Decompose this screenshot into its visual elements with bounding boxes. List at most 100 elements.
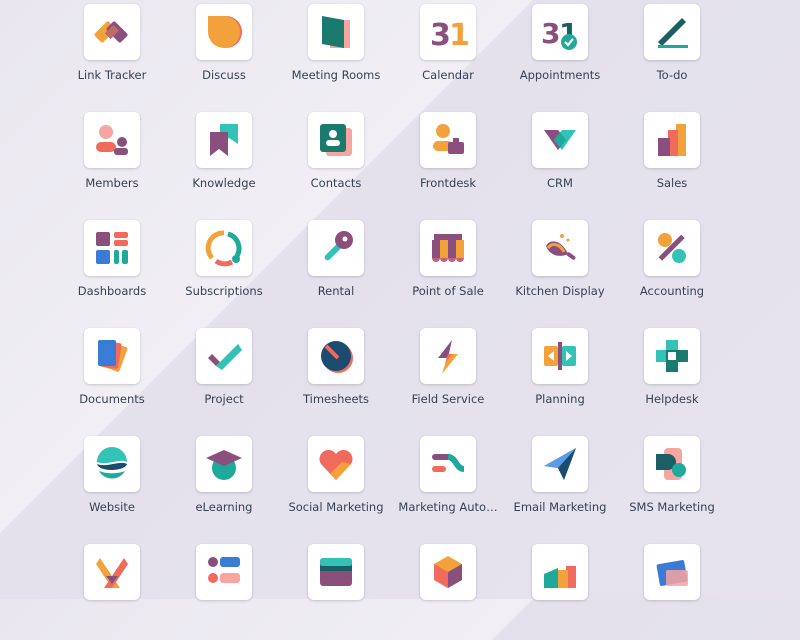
svg-text:3: 3 (541, 17, 560, 50)
app-tile (84, 328, 140, 384)
app-tile (196, 220, 252, 276)
app-label: Accounting (639, 284, 705, 298)
app-label: Social Marketing (288, 500, 384, 514)
app-label: Link Tracker (77, 68, 147, 82)
app-label: Contacts (310, 176, 362, 190)
app-label: Discuss (202, 68, 246, 82)
frontdesk-icon (433, 124, 464, 154)
app-events[interactable] (56, 540, 168, 640)
social-marketing-icon (319, 449, 353, 480)
app-tile (84, 112, 140, 168)
app-project[interactable]: Project (168, 324, 280, 424)
app-label: Frontdesk (419, 176, 477, 190)
app-tile (644, 544, 700, 600)
members-icon (96, 125, 128, 155)
app-meeting-rooms[interactable]: Meeting Rooms (280, 0, 392, 100)
field-service-icon (438, 340, 458, 374)
app-dashboards[interactable]: Dashboards (56, 216, 168, 316)
app-label: Project (204, 392, 244, 406)
app-social-marketing[interactable]: Social Marketing (280, 432, 392, 532)
app-field-service[interactable]: Field Service (392, 324, 504, 424)
app-tile (644, 328, 700, 384)
app-tile (644, 112, 700, 168)
app-tile (196, 328, 252, 384)
app-marketing-automation[interactable]: Marketing Auto… (392, 432, 504, 532)
app-frontdesk[interactable]: Frontdesk (392, 108, 504, 208)
timesheets-icon (321, 341, 353, 373)
app-calendar[interactable]: 3 1 Calendar (392, 0, 504, 100)
app-surveys[interactable] (168, 540, 280, 640)
app-tile (308, 544, 364, 600)
accounting-icon (658, 233, 686, 263)
app-crm[interactable]: CRM (504, 108, 616, 208)
app-label: Meeting Rooms (291, 68, 381, 82)
knowledge-icon (210, 124, 238, 156)
app-tile (532, 436, 588, 492)
app-accounting[interactable]: Accounting (616, 216, 728, 316)
app-tile (420, 112, 476, 168)
app-label: eLearning (195, 500, 253, 514)
svg-text:1: 1 (449, 18, 468, 52)
app-label: Email Marketing (513, 500, 607, 514)
app-subscriptions[interactable]: Subscriptions (168, 216, 280, 316)
app-elearning[interactable]: eLearning (168, 432, 280, 532)
app-label: CRM (547, 176, 573, 190)
app-tile (84, 436, 140, 492)
app-tile (84, 544, 140, 600)
app-website[interactable]: Website (56, 432, 168, 532)
app-tile (308, 4, 364, 60)
app-tile (308, 328, 364, 384)
app-appointments[interactable]: 3 1 Appointments (504, 0, 616, 100)
app-tile (420, 220, 476, 276)
app-plm[interactable] (616, 540, 728, 640)
app-link-tracker[interactable]: Link Tracker (56, 0, 168, 100)
app-label: To-do (656, 68, 688, 82)
app-tile (532, 544, 588, 600)
app-sms-marketing[interactable]: SMS Marketing (616, 432, 728, 532)
app-label: SMS Marketing (629, 500, 715, 514)
app-tile (84, 220, 140, 276)
app-inventory[interactable] (392, 540, 504, 640)
app-label: Dashboards (77, 284, 147, 298)
app-timesheets[interactable]: Timesheets (280, 324, 392, 424)
todo-icon (658, 18, 688, 48)
app-knowledge[interactable]: Knowledge (168, 108, 280, 208)
app-point-of-sale[interactable]: Point of Sale (392, 216, 504, 316)
app-rental[interactable]: Rental (280, 216, 392, 316)
app-tile (196, 436, 252, 492)
app-grid: Link Tracker Discuss Meeting Rooms 3 1 C… (0, 0, 800, 600)
app-tile (644, 436, 700, 492)
app-tile (644, 4, 700, 60)
subscriptions-icon (205, 230, 242, 267)
app-label: Field Service (411, 392, 485, 406)
app-planning[interactable]: Planning (504, 324, 616, 424)
app-tile (644, 220, 700, 276)
app-discuss[interactable]: Discuss (168, 0, 280, 100)
app-tile (196, 112, 252, 168)
payments-icon (320, 558, 352, 586)
point-of-sale-icon (432, 234, 464, 262)
app-helpdesk[interactable]: Helpdesk (616, 324, 728, 424)
app-tile: 3 1 (532, 4, 588, 60)
app-label: Helpdesk (645, 392, 699, 406)
app-label: Documents (79, 392, 145, 406)
app-payments[interactable] (280, 540, 392, 640)
app-tile (532, 220, 588, 276)
app-documents[interactable]: Documents (56, 324, 168, 424)
app-members[interactable]: Members (56, 108, 168, 208)
rental-icon (324, 231, 353, 261)
app-sales[interactable]: Sales (616, 108, 728, 208)
app-email-marketing[interactable]: Email Marketing (504, 432, 616, 532)
app-tile (308, 220, 364, 276)
app-tile (532, 112, 588, 168)
app-manufacturing[interactable] (504, 540, 616, 640)
kitchen-display-icon (546, 234, 576, 260)
documents-icon (98, 340, 128, 372)
app-todo[interactable]: To-do (616, 0, 728, 100)
app-contacts[interactable]: Contacts (280, 108, 392, 208)
app-kitchen-display[interactable]: Kitchen Display (504, 216, 616, 316)
elearning-icon (206, 450, 242, 480)
app-label: Members (85, 176, 139, 190)
app-tile (196, 544, 252, 600)
surveys-icon (208, 557, 240, 583)
